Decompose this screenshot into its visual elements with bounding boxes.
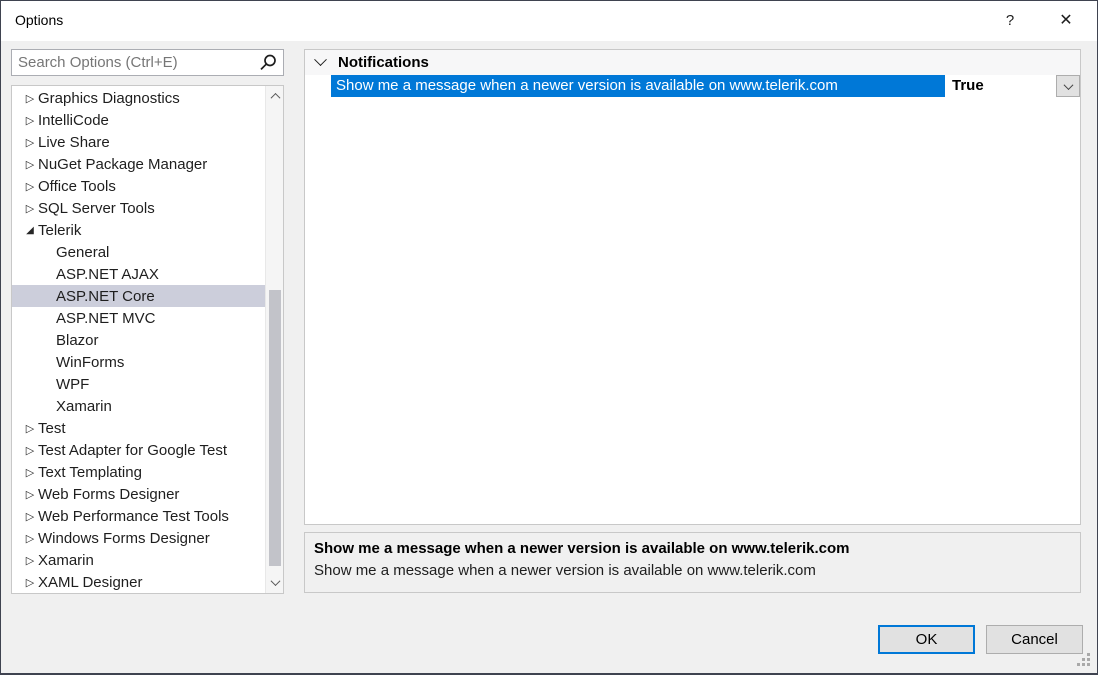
- tree-item[interactable]: ASP.NET AJAX: [12, 263, 265, 285]
- tree-expander-icon[interactable]: ◢: [22, 225, 38, 236]
- scroll-down-icon[interactable]: [266, 574, 284, 591]
- title-bar[interactable]: Options ? ✕: [1, 1, 1097, 41]
- tree-item[interactable]: ▷ Web Forms Designer: [12, 483, 265, 505]
- options-dialog: Options ? ✕ ▷ Graphics Diagnostics ▷ Int…: [0, 0, 1098, 675]
- close-button[interactable]: ✕: [1051, 7, 1081, 35]
- tree-item-label: Test Adapter for Google Test: [38, 442, 227, 459]
- tree-item-label: SQL Server Tools: [38, 200, 155, 217]
- tree-expander-icon[interactable]: ▷: [22, 422, 38, 435]
- chevron-down-icon: [1063, 80, 1073, 90]
- search-box: [11, 49, 284, 76]
- value-dropdown-button[interactable]: [1056, 75, 1080, 97]
- tree-item[interactable]: ▷ XAML Designer: [12, 571, 265, 593]
- tree-expander-icon[interactable]: ▷: [22, 444, 38, 457]
- tree-item[interactable]: ▷ Windows Forms Designer: [12, 527, 265, 549]
- tree-rows: ▷ Graphics Diagnostics ▷ IntelliCode ▷ L…: [12, 87, 265, 593]
- tree-item-label: IntelliCode: [38, 112, 109, 129]
- cancel-button[interactable]: Cancel: [986, 625, 1083, 654]
- property-grid: Notifications Show me a message when a n…: [304, 49, 1081, 525]
- scrollbar-thumb[interactable]: [269, 290, 281, 566]
- tree-item-label: WinForms: [56, 354, 124, 371]
- tree-expander-icon[interactable]: ▷: [22, 576, 38, 589]
- tree-item[interactable]: Xamarin: [12, 395, 265, 417]
- tree-item-label: ASP.NET AJAX: [56, 266, 159, 283]
- dialog-title: Options: [15, 12, 63, 28]
- property-name[interactable]: Show me a message when a newer version i…: [331, 75, 945, 97]
- ok-button[interactable]: OK: [878, 625, 975, 654]
- tree-item[interactable]: ◢ Telerik: [12, 219, 265, 241]
- description-panel: Show me a message when a newer version i…: [304, 532, 1081, 593]
- tree-expander-icon[interactable]: ▷: [22, 158, 38, 171]
- tree-item-label: General: [56, 244, 109, 261]
- scroll-up-icon[interactable]: [266, 88, 284, 105]
- tree-item-label: WPF: [56, 376, 89, 393]
- tree-scrollbar[interactable]: [265, 86, 283, 593]
- tree-item[interactable]: WinForms: [12, 351, 265, 373]
- tree-expander-icon[interactable]: ▷: [22, 510, 38, 523]
- property-row[interactable]: Show me a message when a newer version i…: [305, 75, 1080, 97]
- tree-item-label: Web Performance Test Tools: [38, 508, 229, 525]
- tree-item-label: XAML Designer: [38, 574, 143, 591]
- tree-item-label: Live Share: [38, 134, 110, 151]
- chevron-down-icon[interactable]: [314, 53, 327, 66]
- tree-expander-icon[interactable]: ▷: [22, 92, 38, 105]
- resize-grip[interactable]: [1077, 653, 1080, 656]
- property-indent: [305, 75, 331, 97]
- tree-item-label: Blazor: [56, 332, 99, 349]
- tree-item[interactable]: ▷ Test: [12, 417, 265, 439]
- tree-expander-icon[interactable]: ▷: [22, 136, 38, 149]
- tree-expander-icon[interactable]: ▷: [22, 114, 38, 127]
- tree-item[interactable]: ▷ Web Performance Test Tools: [12, 505, 265, 527]
- description-title: Show me a message when a newer version i…: [314, 538, 1071, 560]
- tree-item-label: ASP.NET MVC: [56, 310, 155, 327]
- tree-expander-icon[interactable]: ▷: [22, 532, 38, 545]
- tree-item-label: Xamarin: [56, 398, 112, 415]
- tree-item-label: Graphics Diagnostics: [38, 90, 180, 107]
- tree-expander-icon[interactable]: ▷: [22, 466, 38, 479]
- tree-item-label: Test: [38, 420, 66, 437]
- tree-item[interactable]: Blazor: [12, 329, 265, 351]
- search-icon[interactable]: [257, 53, 279, 73]
- category-label: Notifications: [338, 54, 429, 71]
- tree-item-label: Web Forms Designer: [38, 486, 179, 503]
- tree-item[interactable]: ▷ Office Tools: [12, 175, 265, 197]
- tree-item[interactable]: ▷ Graphics Diagnostics: [12, 87, 265, 109]
- tree-item[interactable]: ▷ Live Share: [12, 131, 265, 153]
- tree-item-label: NuGet Package Manager: [38, 156, 207, 173]
- tree-item[interactable]: ASP.NET Core: [12, 285, 265, 307]
- description-text: Show me a message when a newer version i…: [314, 560, 1071, 582]
- tree-item[interactable]: ASP.NET MVC: [12, 307, 265, 329]
- tree-item[interactable]: WPF: [12, 373, 265, 395]
- tree-item[interactable]: ▷ Xamarin: [12, 549, 265, 571]
- options-tree: ▷ Graphics Diagnostics ▷ IntelliCode ▷ L…: [11, 85, 284, 594]
- tree-item-label: Telerik: [38, 222, 81, 239]
- tree-item[interactable]: ▷ SQL Server Tools: [12, 197, 265, 219]
- category-notifications[interactable]: Notifications: [305, 50, 1080, 75]
- tree-item[interactable]: ▷ Test Adapter for Google Test: [12, 439, 265, 461]
- tree-item-label: Office Tools: [38, 178, 116, 195]
- tree-expander-icon[interactable]: ▷: [22, 488, 38, 501]
- tree-expander-icon[interactable]: ▷: [22, 554, 38, 567]
- tree-item-label: Xamarin: [38, 552, 94, 569]
- property-value[interactable]: True: [945, 75, 1056, 97]
- tree-item-label: Windows Forms Designer: [38, 530, 210, 547]
- tree-item[interactable]: ▷ NuGet Package Manager: [12, 153, 265, 175]
- tree-item[interactable]: ▷ Text Templating: [12, 461, 265, 483]
- tree-item[interactable]: General: [12, 241, 265, 263]
- tree-item[interactable]: ▷ IntelliCode: [12, 109, 265, 131]
- tree-expander-icon[interactable]: ▷: [22, 180, 38, 193]
- help-button[interactable]: ?: [995, 7, 1025, 35]
- tree-item-label: Text Templating: [38, 464, 142, 481]
- tree-item-label: ASP.NET Core: [56, 288, 155, 305]
- tree-expander-icon[interactable]: ▷: [22, 202, 38, 215]
- search-input[interactable]: [12, 54, 257, 71]
